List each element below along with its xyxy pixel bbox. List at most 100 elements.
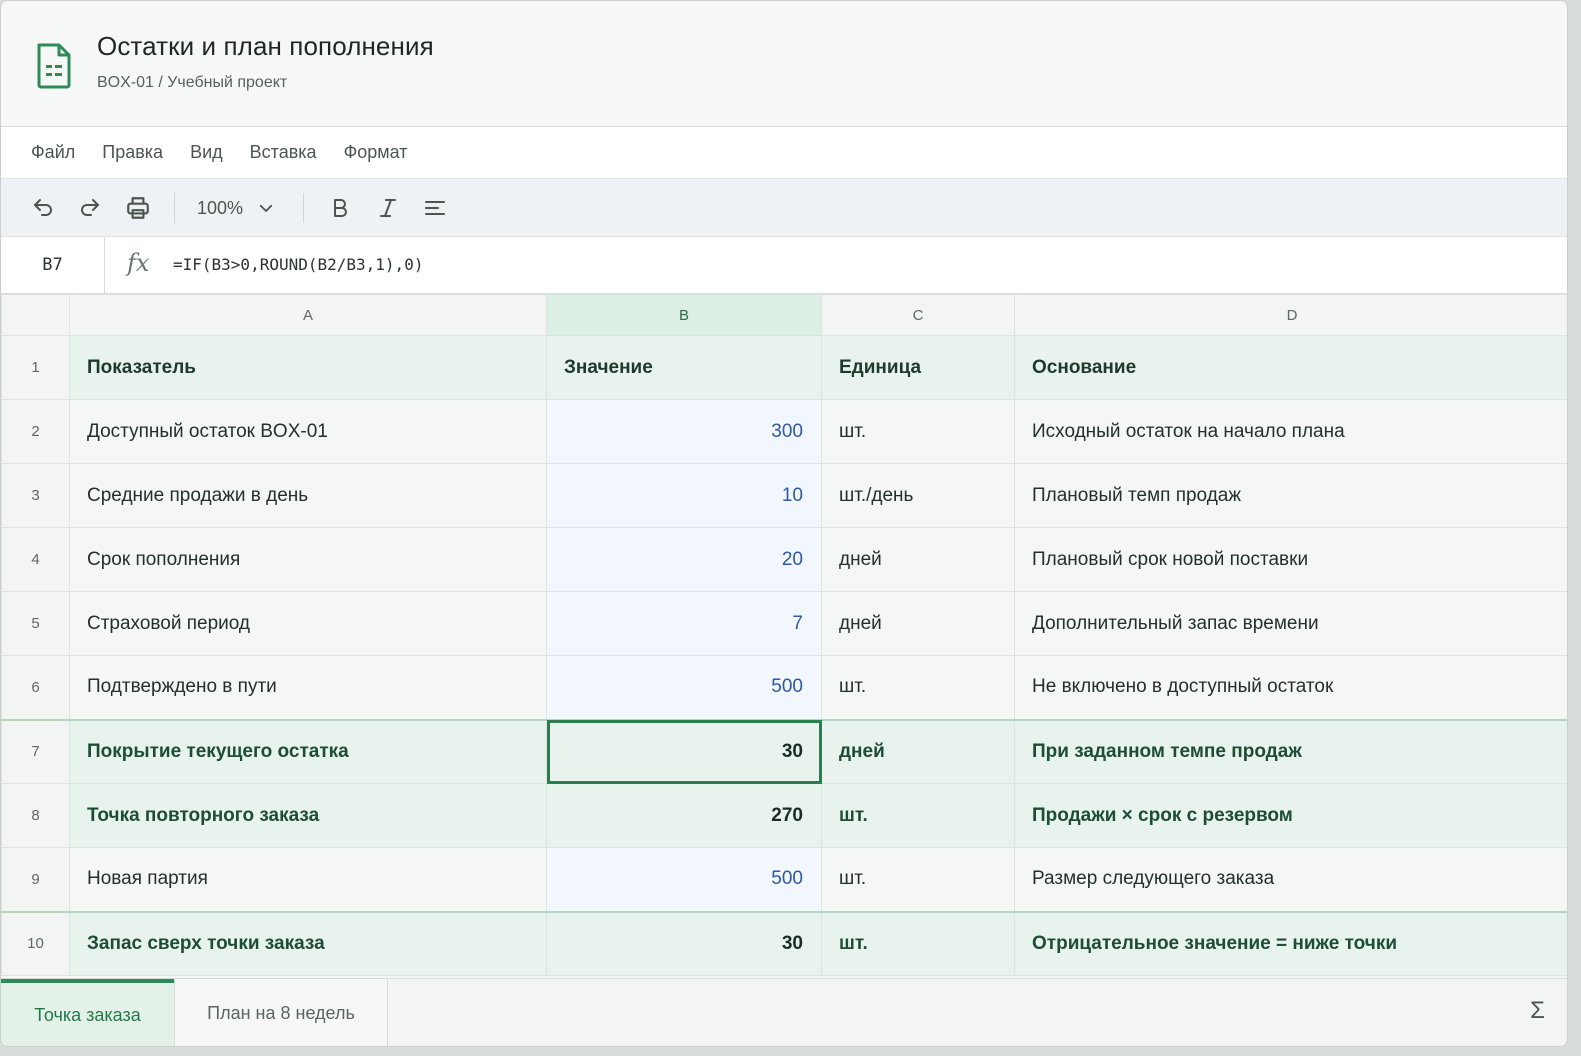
- cell-d6[interactable]: Не включено в доступный остаток: [1014, 655, 1567, 720]
- menu-view[interactable]: Вид: [190, 142, 223, 163]
- row-header[interactable]: 1: [1, 335, 70, 400]
- table-row: 3 Средние продажи в день 10 шт./день Пла…: [1, 463, 1567, 528]
- sum-icon[interactable]: Σ: [1530, 997, 1545, 1025]
- chevron-down-icon: [259, 204, 273, 212]
- menu-bar: Файл Правка Вид Вставка Формат: [1, 127, 1567, 178]
- cell-b3[interactable]: 10: [546, 463, 822, 528]
- italic-button[interactable]: [371, 191, 405, 225]
- align-icon: [425, 201, 445, 215]
- table-row: 7 Покрытие текущего остатка 30 дней При …: [1, 718, 1567, 784]
- cell-a1[interactable]: Показатель: [69, 335, 547, 400]
- column-header-d[interactable]: D: [1014, 294, 1567, 336]
- formula-input[interactable]: =IF(B3>0,ROUND(B2/B3,1),0): [173, 255, 423, 274]
- column-header-c[interactable]: C: [821, 294, 1015, 336]
- cell-d10[interactable]: Отрицательное значение = ниже точки: [1014, 910, 1567, 976]
- table-row: 10 Запас сверх точки заказа 30 шт. Отриц…: [1, 910, 1567, 976]
- undo-button[interactable]: [26, 191, 60, 225]
- menu-file[interactable]: Файл: [31, 142, 75, 163]
- toolbar: 100%: [1, 178, 1567, 237]
- row-header[interactable]: 3: [1, 463, 70, 528]
- fx-icon: fx: [127, 249, 150, 277]
- cell-d3[interactable]: Плановый темп продаж: [1014, 463, 1567, 528]
- toolbar-divider: [174, 193, 175, 223]
- select-all-corner[interactable]: [1, 294, 70, 336]
- cell-c1[interactable]: Единица: [821, 335, 1015, 400]
- table-row: 8 Точка повторного заказа 270 шт. Продаж…: [1, 783, 1567, 848]
- cell-b7-selected[interactable]: 30: [546, 718, 822, 784]
- cell-b2[interactable]: 300: [546, 399, 822, 464]
- cell-d5[interactable]: Дополнительный запас времени: [1014, 591, 1567, 656]
- cell-d9[interactable]: Размер следующего заказа: [1014, 847, 1567, 912]
- cell-d7[interactable]: При заданном темпе продаж: [1014, 718, 1567, 784]
- cell-c7[interactable]: дней: [821, 718, 1015, 784]
- cell-a10[interactable]: Запас сверх точки заказа: [69, 910, 547, 976]
- table-row: 1 Показатель Значение Единица Основание: [1, 335, 1567, 400]
- cell-b8[interactable]: 270: [546, 783, 822, 848]
- cell-b9[interactable]: 500: [546, 847, 822, 912]
- bold-button[interactable]: [323, 191, 357, 225]
- row-header[interactable]: 4: [1, 527, 70, 592]
- row-header[interactable]: 9: [1, 847, 70, 912]
- row-header[interactable]: 5: [1, 591, 70, 656]
- sheet-grid: A B C D 1 Показатель Значение Единица Ос…: [1, 294, 1567, 976]
- italic-icon: [380, 199, 396, 217]
- cell-c5[interactable]: дней: [821, 591, 1015, 656]
- title-bar: Остатки и план пополнения BOX-01 / Учебн…: [1, 1, 1567, 127]
- row-header[interactable]: 2: [1, 399, 70, 464]
- column-header-a[interactable]: A: [69, 294, 547, 336]
- cell-reference-box[interactable]: B7: [1, 237, 105, 293]
- cell-c6[interactable]: шт.: [821, 655, 1015, 720]
- menu-format[interactable]: Формат: [344, 142, 408, 163]
- cell-b6[interactable]: 500: [546, 655, 822, 720]
- cell-b5[interactable]: 7: [546, 591, 822, 656]
- cell-d1[interactable]: Основание: [1014, 335, 1567, 400]
- cell-b4[interactable]: 20: [546, 527, 822, 592]
- redo-button[interactable]: [73, 191, 107, 225]
- formula-bar: B7 fx =IF(B3>0,ROUND(B2/B3,1),0): [1, 237, 1567, 294]
- bold-icon: [334, 199, 347, 217]
- undo-icon: [34, 199, 52, 216]
- row-header[interactable]: 7: [1, 718, 70, 784]
- cell-a8[interactable]: Точка повторного заказа: [69, 783, 547, 848]
- print-icon: [127, 197, 149, 219]
- cell-c3[interactable]: шт./день: [821, 463, 1015, 528]
- cell-a5[interactable]: Страховой период: [69, 591, 547, 656]
- cell-a6[interactable]: Подтверждено в пути: [69, 655, 547, 720]
- spreadsheet-window: Остатки и план пополнения BOX-01 / Учебн…: [0, 0, 1568, 1047]
- table-row: 6 Подтверждено в пути 500 шт. Не включен…: [1, 655, 1567, 720]
- redo-icon: [81, 199, 99, 216]
- cell-c10[interactable]: шт.: [821, 910, 1015, 976]
- sheet-tab-reorder-point[interactable]: Точка заказа: [1, 979, 174, 1046]
- table-row: 4 Срок пополнения 20 дней Плановый срок …: [1, 527, 1567, 592]
- cell-a7[interactable]: Покрытие текущего остатка: [69, 718, 547, 784]
- cell-c2[interactable]: шт.: [821, 399, 1015, 464]
- cell-b10[interactable]: 30: [546, 910, 822, 976]
- zoom-value: 100%: [197, 197, 244, 218]
- cell-a4[interactable]: Срок пополнения: [69, 527, 547, 592]
- row-header[interactable]: 8: [1, 783, 70, 848]
- table-row: 9 Новая партия 500 шт. Размер следующего…: [1, 847, 1567, 912]
- sheet-tabs-bar: Точка заказа План на 8 недель Σ: [1, 978, 1567, 1046]
- cell-b1[interactable]: Значение: [546, 335, 822, 400]
- zoom-select[interactable]: 100%: [197, 191, 275, 225]
- cell-d4[interactable]: Плановый срок новой поставки: [1014, 527, 1567, 592]
- cell-a9[interactable]: Новая партия: [69, 847, 547, 912]
- document-breadcrumb: BOX-01 / Учебный проект: [97, 74, 288, 91]
- cell-a2[interactable]: Доступный остаток BOX-01: [69, 399, 547, 464]
- row-header[interactable]: 6: [1, 655, 70, 720]
- table-row: 2 Доступный остаток BOX-01 300 шт. Исход…: [1, 399, 1567, 464]
- cell-c8[interactable]: шт.: [821, 783, 1015, 848]
- menu-insert[interactable]: Вставка: [250, 142, 317, 163]
- print-button[interactable]: [121, 191, 155, 225]
- row-header[interactable]: 10: [1, 910, 70, 976]
- column-header-b[interactable]: B: [546, 294, 822, 336]
- menu-edit[interactable]: Правка: [102, 142, 163, 163]
- document-title[interactable]: Остатки и план пополнения: [97, 31, 434, 62]
- cell-c4[interactable]: дней: [821, 527, 1015, 592]
- cell-d8[interactable]: Продажи × срок с резервом: [1014, 783, 1567, 848]
- cell-c9[interactable]: шт.: [821, 847, 1015, 912]
- cell-a3[interactable]: Средние продажи в день: [69, 463, 547, 528]
- align-button[interactable]: [418, 191, 452, 225]
- sheet-tab-8-week-plan[interactable]: План на 8 недель: [174, 979, 388, 1046]
- cell-d2[interactable]: Исходный остаток на начало плана: [1014, 399, 1567, 464]
